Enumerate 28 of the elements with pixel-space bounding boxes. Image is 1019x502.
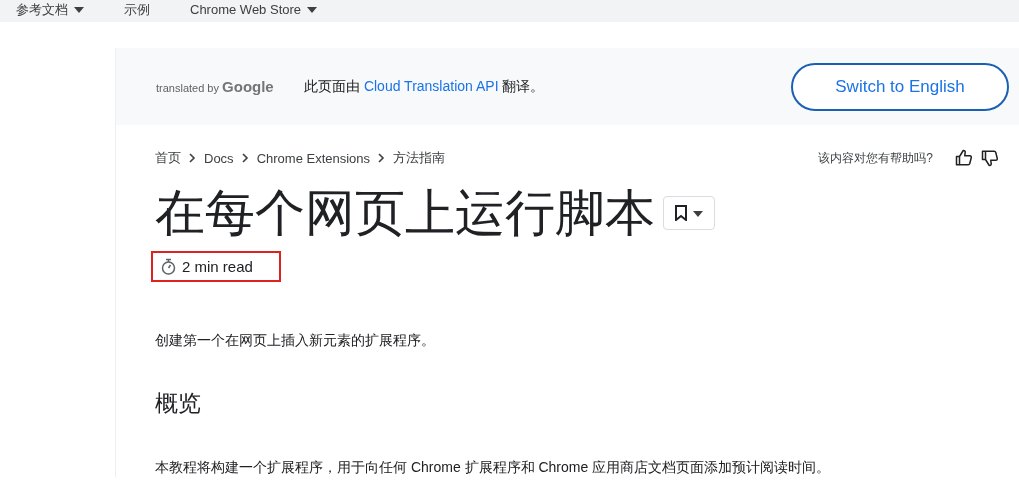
section-heading: 概览 — [155, 389, 202, 418]
caret-icon — [307, 7, 318, 13]
api-link[interactable]: Cloud Translation API — [363, 77, 499, 94]
chevron-icon — [241, 153, 249, 163]
caret-icon — [74, 7, 84, 13]
switch-language-button[interactable]: Switch to English — [791, 62, 1009, 111]
intro-text: 创建第一个在网页上插入新元素的扩展程序。 — [155, 332, 436, 350]
breadcrumb-link[interactable]: Chrome Extensions — [256, 150, 371, 166]
page-title: 在每个网页上运行脚本 — [155, 184, 655, 243]
thumbs-down-icon[interactable] — [981, 149, 999, 167]
chevron-icon — [378, 153, 386, 163]
bookmark-icon — [675, 205, 687, 221]
bookmark-button[interactable] — [663, 196, 715, 230]
nav-link[interactable]: 参考文档 — [16, 2, 68, 18]
nav-link[interactable]: Chrome Web Store — [190, 2, 302, 18]
breadcrumb-link[interactable]: Docs — [204, 150, 234, 166]
breadcrumb-link[interactable]: 首页 — [155, 149, 181, 167]
feedback-question: 该内容对您有帮助吗? — [818, 149, 933, 167]
caret-icon — [693, 211, 703, 217]
timer-icon — [161, 258, 176, 275]
section-text: 本教程将构建一个扩展程序，用于向任何 Chrome 扩展程序和 Chrome 应用商店文档页面添加预计阅读时间。 — [155, 459, 832, 477]
chevron-icon — [189, 153, 196, 163]
thumbs-up-icon[interactable] — [955, 149, 973, 167]
nav-link[interactable]: 示例 — [124, 2, 150, 18]
translation-message: 此页面由 Cloud Translation API 翻译。 — [304, 77, 546, 96]
reading-time: 2 min read — [182, 258, 253, 275]
translation-attribution: translated by Google — [156, 78, 275, 95]
breadcrumb-link[interactable]: 方法指南 — [393, 149, 446, 167]
